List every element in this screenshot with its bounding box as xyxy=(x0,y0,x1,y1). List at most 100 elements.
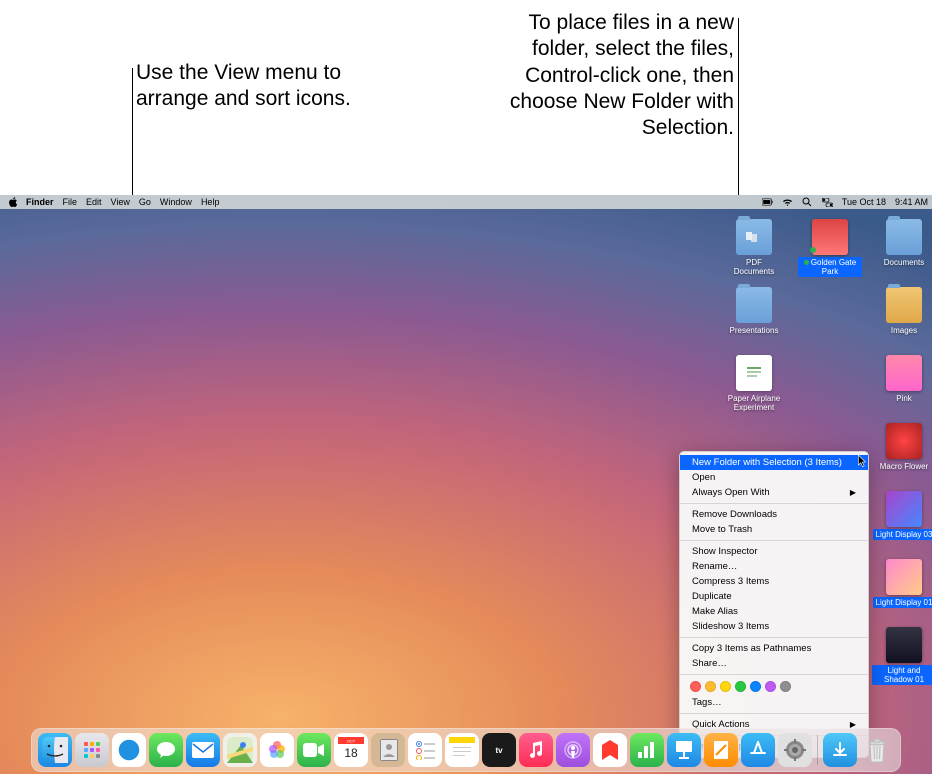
folder-icon xyxy=(736,287,772,323)
desktop-icon-light-display-03[interactable]: Light Display 03 xyxy=(872,491,932,540)
dock-reminders[interactable] xyxy=(408,733,442,767)
desktop-icon-label: Pink xyxy=(893,393,915,404)
dock-pages[interactable] xyxy=(704,733,738,767)
cm-separator xyxy=(680,503,868,504)
callout-line-left xyxy=(132,68,133,198)
cm-remove-downloads[interactable]: Remove Downloads xyxy=(680,507,868,522)
dock-calendar[interactable]: OCT 18 xyxy=(334,733,368,767)
desktop-icon-light-display-01[interactable]: Light Display 01 xyxy=(872,559,932,608)
svg-text:tv: tv xyxy=(495,746,503,755)
dock-tv[interactable]: tv xyxy=(482,733,516,767)
image-icon xyxy=(886,355,922,391)
cm-separator xyxy=(680,540,868,541)
dock-downloads[interactable] xyxy=(823,733,857,767)
dock-photos[interactable] xyxy=(260,733,294,767)
dock-facetime[interactable] xyxy=(297,733,331,767)
dock-mail[interactable] xyxy=(186,733,220,767)
desktop-icon-label: Macro Flower xyxy=(877,461,931,472)
menu-go[interactable]: Go xyxy=(139,197,151,207)
tag-red[interactable] xyxy=(690,681,701,692)
cm-show-inspector[interactable]: Show Inspector xyxy=(680,544,868,559)
cm-tags[interactable]: Tags… xyxy=(680,695,868,710)
svg-text:18: 18 xyxy=(344,746,358,760)
image-icon xyxy=(812,219,848,255)
tag-orange[interactable] xyxy=(705,681,716,692)
desktop-icon-macro-flower[interactable]: Macro Flower xyxy=(872,423,932,472)
dock-news[interactable] xyxy=(593,733,627,767)
desktop-icon-golden-gate[interactable]: Golden Gate Park xyxy=(798,219,862,277)
cm-rename[interactable]: Rename… xyxy=(680,559,868,574)
chevron-right-icon: ▶ xyxy=(850,488,856,497)
menu-file[interactable]: File xyxy=(63,197,78,207)
cm-copy-pathnames[interactable]: Copy 3 Items as Pathnames xyxy=(680,641,868,656)
mac-desktop-screenshot: Finder File Edit View Go Window Help Tue… xyxy=(0,195,932,774)
tag-green[interactable] xyxy=(735,681,746,692)
desktop-icon-label: Paper Airplane Experiment xyxy=(722,393,786,413)
cm-duplicate[interactable]: Duplicate xyxy=(680,589,868,604)
desktop-icon-presentations[interactable]: Presentations xyxy=(722,287,786,336)
desktop-icon-label: Light Display 03 xyxy=(873,529,932,540)
context-menu: New Folder with Selection (3 Items) Open… xyxy=(679,451,869,758)
desktop-icon-documents[interactable]: Documents xyxy=(872,219,932,268)
folder-icon xyxy=(886,219,922,255)
tag-yellow[interactable] xyxy=(720,681,731,692)
dock-music[interactable] xyxy=(519,733,553,767)
dock-notes[interactable] xyxy=(445,733,479,767)
dock-maps[interactable] xyxy=(223,733,257,767)
desktop-icon-label: Light and Shadow 01 xyxy=(872,665,932,685)
menu-app-name[interactable]: Finder xyxy=(26,197,54,207)
tag-dot-green xyxy=(810,247,816,253)
cm-share[interactable]: Share… xyxy=(680,656,868,671)
image-icon xyxy=(886,423,922,459)
cm-move-to-trash[interactable]: Move to Trash xyxy=(680,522,868,537)
tag-blue[interactable] xyxy=(750,681,761,692)
desktop-icon-label: Images xyxy=(888,325,920,336)
callout-new-folder: To place files in a new folder, select t… xyxy=(474,10,734,141)
cm-slideshow[interactable]: Slideshow 3 Items xyxy=(680,619,868,634)
cm-separator xyxy=(680,637,868,638)
cm-tag-colors xyxy=(680,678,868,695)
desktop-icon-light-shadow[interactable]: Light and Shadow 01 xyxy=(872,627,932,685)
menubar-time[interactable]: 9:41 AM xyxy=(895,197,928,207)
dock-safari[interactable] xyxy=(112,733,146,767)
menu-help[interactable]: Help xyxy=(201,197,220,207)
menu-edit[interactable]: Edit xyxy=(86,197,102,207)
wifi-icon[interactable] xyxy=(782,197,793,207)
cm-make-alias[interactable]: Make Alias xyxy=(680,604,868,619)
spotlight-icon[interactable] xyxy=(802,197,813,207)
dock-contacts[interactable] xyxy=(371,733,405,767)
menu-view[interactable]: View xyxy=(111,197,130,207)
cm-separator xyxy=(680,674,868,675)
menubar: Finder File Edit View Go Window Help Tue… xyxy=(0,195,932,209)
folder-icon xyxy=(736,219,772,255)
svg-text:OCT: OCT xyxy=(347,739,356,744)
dock-launchpad[interactable] xyxy=(75,733,109,767)
dock-trash[interactable] xyxy=(860,733,894,767)
folder-icon xyxy=(886,287,922,323)
dock-settings[interactable] xyxy=(778,733,812,767)
menubar-date[interactable]: Tue Oct 18 xyxy=(842,197,886,207)
dock-keynote[interactable] xyxy=(667,733,701,767)
cm-open[interactable]: Open xyxy=(680,470,868,485)
dock-finder[interactable] xyxy=(38,733,72,767)
cm-separator xyxy=(680,713,868,714)
apple-logo-icon[interactable] xyxy=(8,197,18,207)
cm-new-folder-selection[interactable]: New Folder with Selection (3 Items) xyxy=(680,455,868,470)
dock: OCT 18 tv xyxy=(31,728,901,772)
dock-messages[interactable] xyxy=(149,733,183,767)
control-center-icon[interactable] xyxy=(822,197,833,207)
menu-window[interactable]: Window xyxy=(160,197,192,207)
desktop-icon-pdf-documents[interactable]: PDF Documents xyxy=(722,219,786,277)
desktop-icon-pink[interactable]: Pink xyxy=(872,355,932,404)
desktop-icon-images[interactable]: Images xyxy=(872,287,932,336)
battery-icon[interactable] xyxy=(762,197,773,207)
cm-always-open-with[interactable]: Always Open With▶ xyxy=(680,485,868,500)
dock-podcasts[interactable] xyxy=(556,733,590,767)
cm-compress[interactable]: Compress 3 Items xyxy=(680,574,868,589)
tag-purple[interactable] xyxy=(765,681,776,692)
desktop-icon-paper-airplane[interactable]: Paper Airplane Experiment xyxy=(722,355,786,413)
tag-gray[interactable] xyxy=(780,681,791,692)
dock-separator xyxy=(817,735,818,765)
dock-numbers[interactable] xyxy=(630,733,664,767)
dock-appstore[interactable] xyxy=(741,733,775,767)
